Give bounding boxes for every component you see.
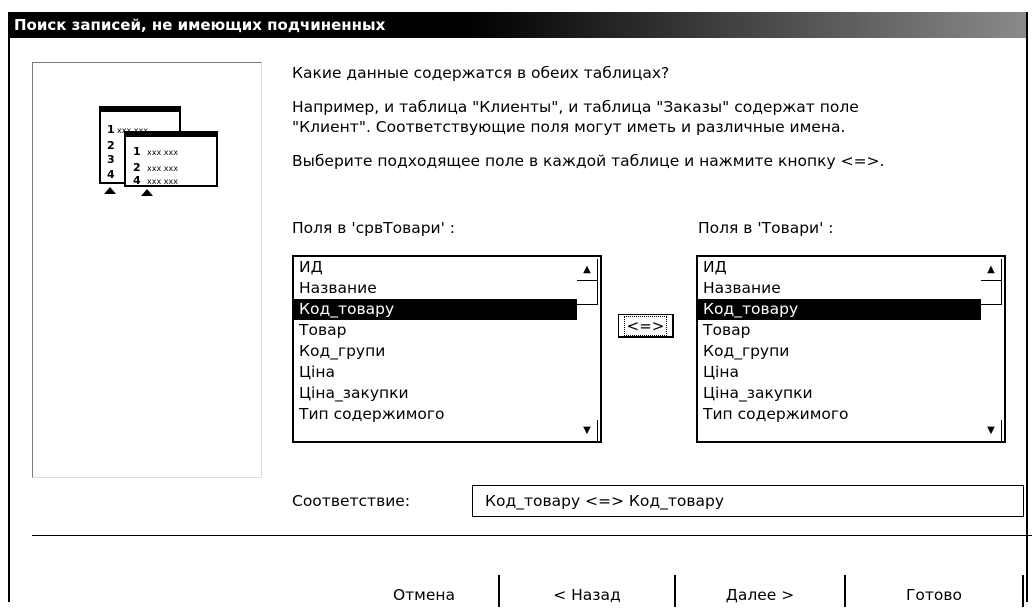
list-item[interactable]: Тип содержимого xyxy=(294,404,577,425)
list-item[interactable]: Ціна xyxy=(294,362,577,383)
back-row-4: 4 xyxy=(107,168,115,181)
match-field: Код_товару <=> Код_товару xyxy=(472,485,1024,517)
question-text: Какие данные содержатся в обеих таблицах… xyxy=(292,64,670,82)
cancel-button[interactable]: Отмена xyxy=(350,575,500,607)
front-row-4: 4 xyxy=(133,174,141,187)
match-label: Соответствие: xyxy=(292,492,411,510)
right-fields-listbox[interactable]: ИД Название Код_товару Товар Код_групи Ц… xyxy=(696,255,1006,443)
triangle-up-icon: ▲ xyxy=(987,264,995,275)
finish-button[interactable]: Готово xyxy=(846,575,1024,607)
scroll-up-button[interactable]: ▲ xyxy=(981,259,1002,281)
list-item[interactable]: Тип содержимого xyxy=(698,404,981,425)
scroll-down-button[interactable]: ▼ xyxy=(577,420,598,441)
list-item[interactable]: Товар xyxy=(294,320,577,341)
right-list-label: Поля в 'Товари' : xyxy=(698,219,834,237)
front-row-1: 1 xyxy=(133,145,141,158)
illustration-panel: 1 xxx xxx 2 3 4 1 xxx xxx 2 xxx xxx 4 xx… xyxy=(32,62,262,478)
list-item[interactable]: Ціна xyxy=(698,362,981,383)
svg-text:xxx xxx: xxx xxx xyxy=(147,164,178,173)
svg-text:xxx xxx: xxx xxx xyxy=(147,148,178,157)
front-row-2: 2 xyxy=(133,161,141,174)
window-title: Поиск записей, не имеющих подчиненных xyxy=(10,12,1026,38)
back-row-3: 3 xyxy=(107,153,115,166)
left-fields-listbox[interactable]: ИД Название Код_товару Товар Код_групи Ц… xyxy=(292,255,602,443)
wizard-window: Поиск записей, не имеющих подчиненных 1 … xyxy=(8,12,1032,607)
tables-illustration: 1 xxx xxx 2 3 4 1 xxx xxx 2 xxx xxx 4 xx… xyxy=(99,106,218,196)
list-item[interactable]: Ціна_закупки xyxy=(294,383,577,404)
back-table-pointer-icon xyxy=(104,187,116,194)
svg-text:xxx xxx: xxx xxx xyxy=(147,177,178,186)
example-text-line-1: Например, и таблица "Клиенты", и таблица… xyxy=(292,98,859,116)
instruction-text: Выберите подходящее поле в каждой таблиц… xyxy=(292,152,885,170)
list-item-selected[interactable]: Код_товару xyxy=(698,299,981,320)
back-row-2: 2 xyxy=(107,139,115,152)
list-item[interactable]: ИД xyxy=(698,257,981,278)
list-item[interactable]: Код_групи xyxy=(294,341,577,362)
match-fields-button[interactable]: <=> xyxy=(618,314,674,338)
scrollbar-thumb[interactable] xyxy=(981,280,1002,305)
list-item[interactable]: Ціна_закупки xyxy=(698,383,981,404)
front-table-pointer-icon xyxy=(141,189,153,196)
separator xyxy=(32,535,1032,536)
list-item[interactable]: Название xyxy=(698,278,981,299)
scroll-up-button[interactable]: ▲ xyxy=(577,259,598,281)
list-item[interactable]: Код_групи xyxy=(698,341,981,362)
list-item-selected[interactable]: Код_товару xyxy=(294,299,577,320)
back-row-1: 1 xyxy=(107,123,115,136)
list-item[interactable]: Товар xyxy=(698,320,981,341)
example-text-line-2: "Клиент". Соответствующие поля могут име… xyxy=(292,118,846,136)
triangle-down-icon: ▼ xyxy=(583,425,591,436)
left-list-label: Поля в 'срвТовари' : xyxy=(292,219,456,237)
scrollbar-thumb[interactable] xyxy=(577,280,598,305)
back-button[interactable]: < Назад xyxy=(500,575,676,607)
list-item[interactable]: ИД xyxy=(294,257,577,278)
next-button[interactable]: Далее > xyxy=(676,575,846,607)
triangle-down-icon: ▼ xyxy=(987,425,995,436)
list-item[interactable]: Название xyxy=(294,278,577,299)
triangle-up-icon: ▲ xyxy=(583,264,591,275)
scroll-down-button[interactable]: ▼ xyxy=(981,420,1002,441)
